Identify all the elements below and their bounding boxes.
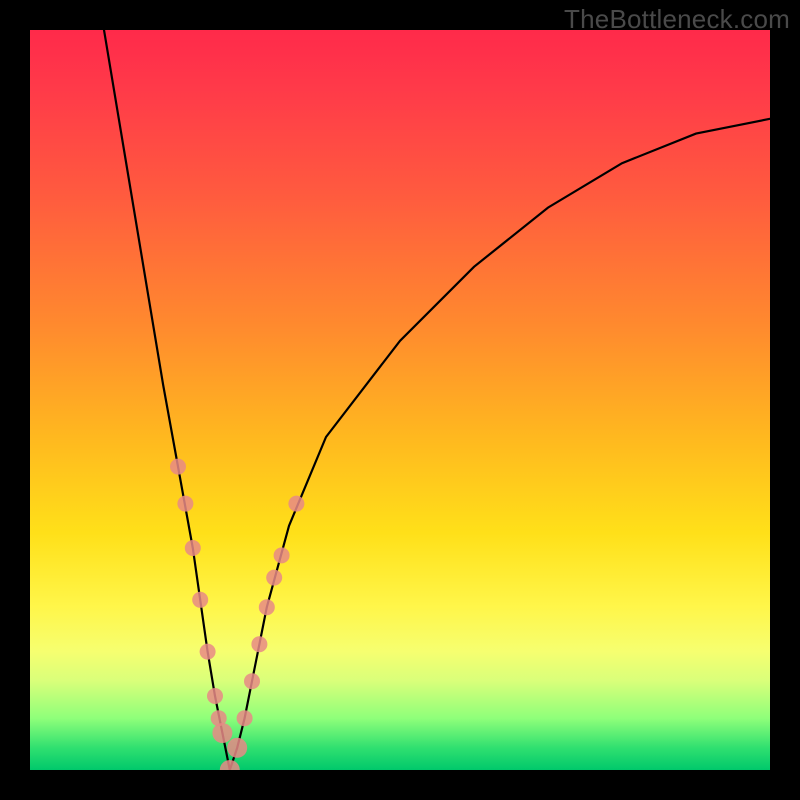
sample-point [192, 592, 208, 608]
sample-point [220, 760, 240, 770]
chart-frame: TheBottleneck.com [0, 0, 800, 800]
sample-point [237, 710, 253, 726]
plot-area [30, 30, 770, 770]
sample-point [288, 496, 304, 512]
chart-svg [30, 30, 770, 770]
sample-point [251, 636, 267, 652]
sample-point [212, 723, 232, 743]
sample-point [259, 599, 275, 615]
sample-point [244, 673, 260, 689]
sample-point [170, 459, 186, 475]
sample-point [177, 496, 193, 512]
sample-point [207, 688, 223, 704]
sample-point [274, 547, 290, 563]
sample-point [266, 570, 282, 586]
sample-points [170, 459, 304, 770]
sample-point [227, 738, 247, 758]
sample-point [185, 540, 201, 556]
sample-point [200, 644, 216, 660]
bottleneck-curve [104, 30, 770, 770]
